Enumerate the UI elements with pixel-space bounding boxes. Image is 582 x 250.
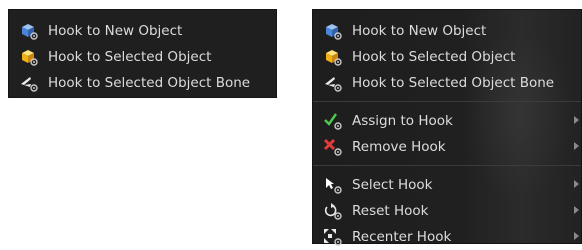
menu-item-label: Reset Hook (352, 203, 429, 219)
new-object-hook-icon (17, 21, 41, 41)
menu-item-assign-to-hook[interactable]: Assign to Hook (313, 108, 581, 134)
menu-item-label: Hook to Selected Object Bone (352, 75, 555, 91)
menu-item-hook-to-new-object[interactable]: Hook to New Object (9, 18, 276, 44)
submenu-arrow-icon (574, 206, 579, 214)
hook-menu-full: Hook to New Object Hook to Selected Obje… (312, 9, 582, 246)
menu-item-hook-to-selected-object[interactable]: Hook to Selected Object (9, 44, 276, 70)
menu-item-hook-to-selected-object[interactable]: Hook to Selected Object (313, 44, 581, 70)
assign-hook-icon (321, 111, 345, 131)
selected-object-hook-icon (321, 47, 345, 67)
menu-item-label: Hook to New Object (48, 23, 183, 39)
bone-hook-icon (321, 73, 345, 93)
select-hook-icon (321, 175, 345, 195)
menu-item-label: Hook to Selected Object (48, 49, 212, 65)
menu-item-hook-to-selected-object-bone[interactable]: Hook to Selected Object Bone (313, 70, 581, 96)
new-object-hook-icon (321, 21, 345, 41)
selected-object-hook-icon (17, 47, 41, 67)
menu-item-label: Recenter Hook (352, 229, 452, 245)
menu-item-reset-hook[interactable]: Reset Hook (313, 198, 581, 224)
reset-hook-icon (321, 201, 345, 221)
submenu-arrow-icon (574, 180, 579, 188)
menu-item-hook-to-selected-object-bone[interactable]: Hook to Selected Object Bone (9, 70, 276, 96)
menu-separator (313, 101, 581, 102)
menu-item-label: Assign to Hook (352, 113, 453, 129)
menu-item-hook-to-new-object[interactable]: Hook to New Object (313, 18, 581, 44)
bone-hook-icon (17, 73, 41, 93)
submenu-arrow-icon (574, 142, 579, 150)
menu-item-label: Hook to Selected Object Bone (48, 75, 251, 91)
menu-item-label: Remove Hook (352, 139, 446, 155)
menu-item-label: Hook to Selected Object (352, 49, 516, 65)
remove-hook-icon (321, 137, 345, 157)
menu-item-label: Hook to New Object (352, 23, 487, 39)
menu-item-select-hook[interactable]: Select Hook (313, 172, 581, 198)
menu-item-recenter-hook[interactable]: Recenter Hook (313, 224, 581, 250)
submenu-arrow-icon (574, 116, 579, 124)
hook-menu-compact: Hook to New Object Hook to Selected Obje… (8, 9, 277, 98)
menu-separator (313, 165, 581, 166)
submenu-arrow-icon (574, 232, 579, 240)
menu-item-label: Select Hook (352, 177, 433, 193)
menu-item-remove-hook[interactable]: Remove Hook (313, 134, 581, 160)
recenter-hook-icon (321, 227, 345, 247)
